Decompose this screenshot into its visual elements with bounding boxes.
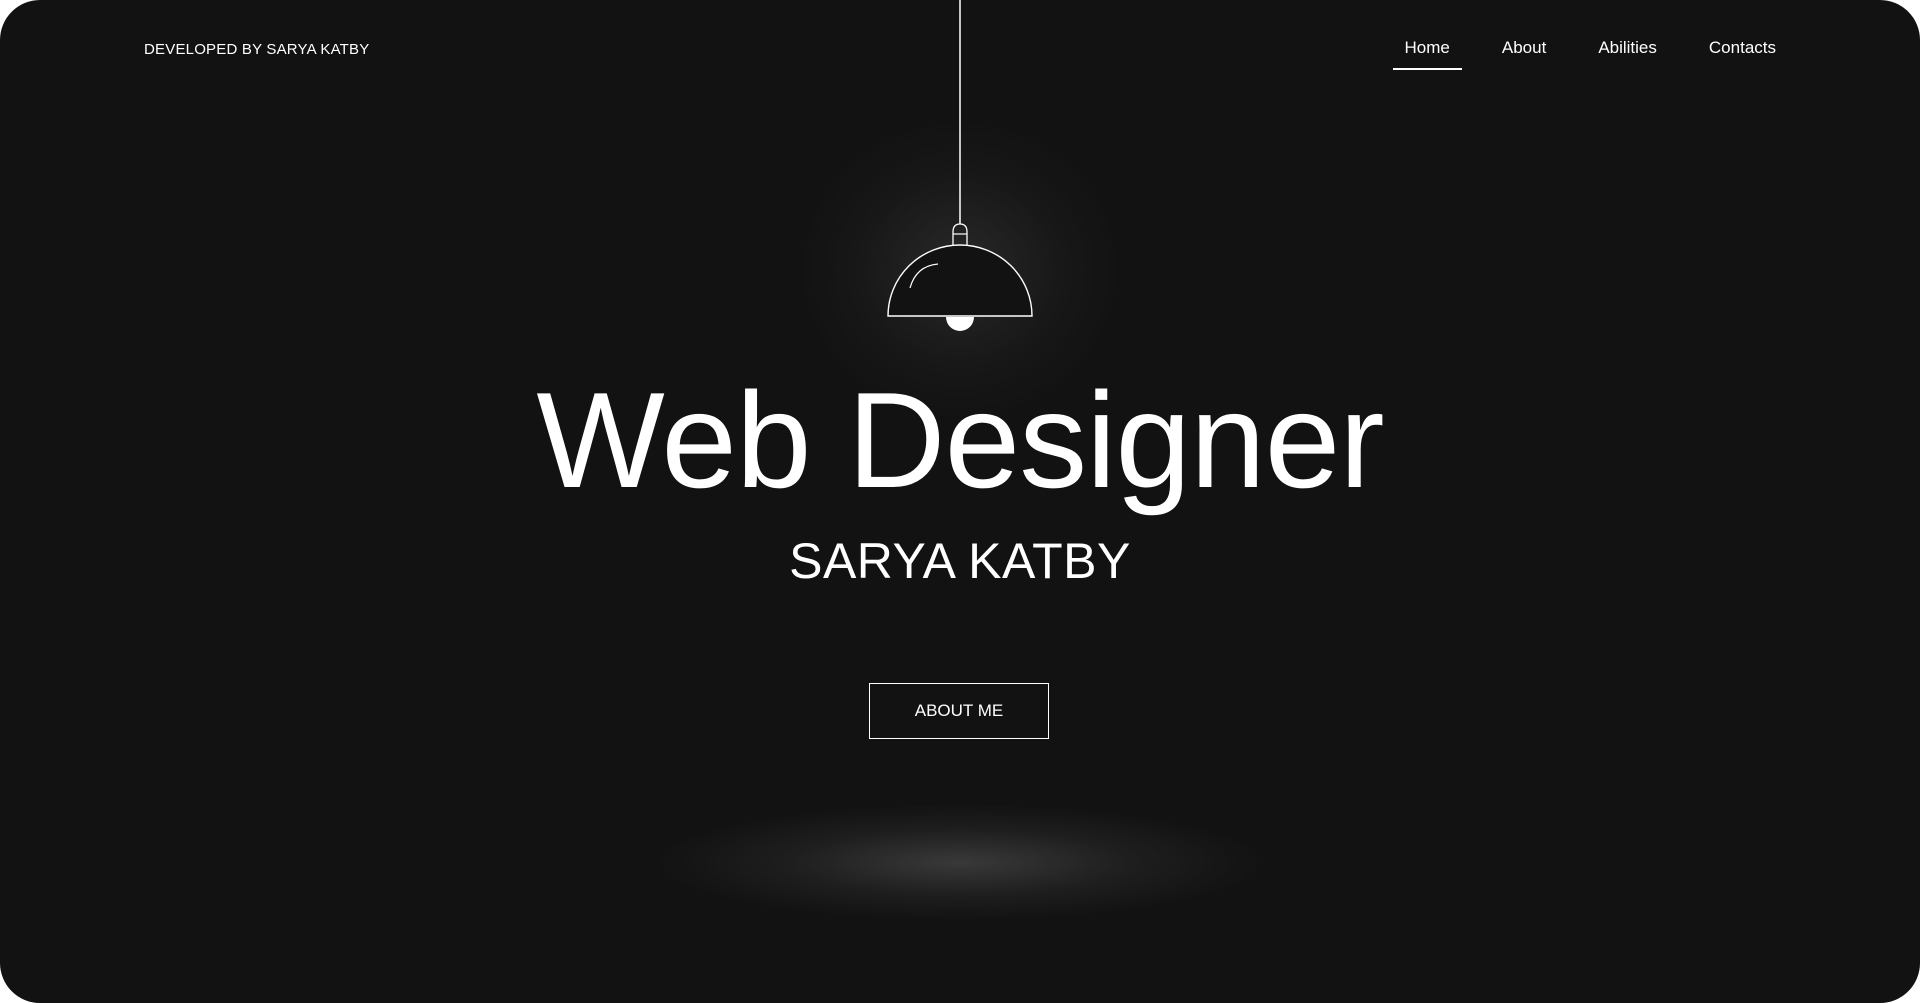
page: DEVELOPED BY SARYA KATBY Home About Abil… bbox=[0, 0, 1920, 1003]
nav-item-abilities[interactable]: Abilities bbox=[1572, 38, 1683, 66]
pendant-lamp-icon bbox=[887, 0, 1033, 331]
nav-item-home[interactable]: Home bbox=[1379, 38, 1476, 70]
floor-light-spot bbox=[660, 805, 1260, 920]
nav-item-about[interactable]: About bbox=[1476, 38, 1572, 66]
about-me-button[interactable]: ABOUT ME bbox=[869, 683, 1049, 739]
hero-subtitle: SARYA KATBY bbox=[789, 533, 1131, 589]
hero-headline: Web Designer bbox=[536, 364, 1384, 516]
developer-credit: DEVELOPED BY SARYA KATBY bbox=[144, 41, 370, 58]
nav-item-contacts[interactable]: Contacts bbox=[1683, 38, 1776, 66]
main-nav: Home About Abilities Contacts bbox=[1379, 38, 1776, 70]
